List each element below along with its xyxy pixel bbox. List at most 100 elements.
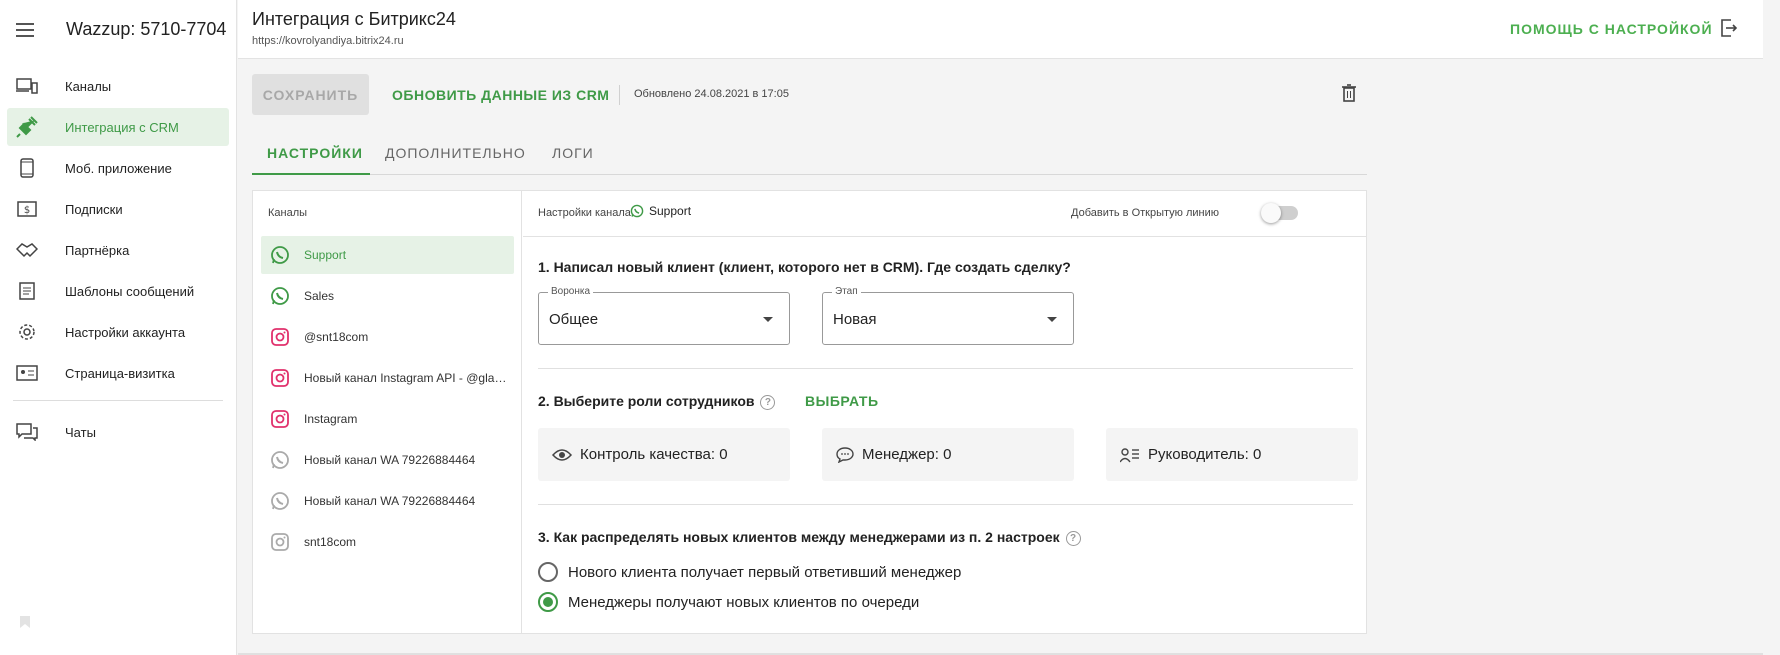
toolbar-divider — [619, 85, 620, 105]
funnel-value: Общее — [549, 311, 599, 328]
active-tab-indicator — [252, 173, 370, 175]
sidebar-item-channels[interactable]: Каналы — [7, 67, 229, 105]
sidebar-item-label: Партнёрка — [65, 242, 130, 258]
brand-title: Wazzup: 5710-7704 — [66, 19, 227, 39]
list-item[interactable]: Новый канал WA 79226884464 — [261, 441, 514, 479]
selected-channel: Support — [630, 204, 691, 218]
sidebar-item-chats[interactable]: Чаты — [7, 413, 229, 451]
sidebar-item-label: Настройки аккаунта — [65, 324, 186, 340]
sidebar-item-subscriptions[interactable]: $ Подписки — [7, 190, 229, 228]
sidebar-item-crm-integration[interactable]: Интеграция с CRM — [7, 108, 229, 146]
list-item[interactable]: snt18com — [261, 523, 514, 561]
channel-settings-header: Настройки канала Support Добавить в Откр… — [523, 191, 1366, 237]
sidebar-item-account-settings[interactable]: Настройки аккаунта — [7, 313, 229, 351]
dollar-icon: $ — [14, 196, 40, 222]
bookmark-icon[interactable] — [20, 615, 30, 633]
sidebar-item-label: Страница-визитка — [65, 365, 175, 381]
chevron-down-icon — [1047, 317, 1057, 322]
list-item[interactable]: Новый канал WA 79226884464 — [261, 482, 514, 520]
logout-icon[interactable] — [1720, 19, 1738, 42]
channels-header: Каналы — [268, 207, 308, 219]
channel-settings-panel: Настройки канала Support Добавить в Откр… — [523, 191, 1366, 633]
plug-icon — [14, 114, 40, 140]
radio-label: Менеджеры получают новых клиентов по оче… — [568, 593, 920, 611]
toggle-knob — [1261, 203, 1281, 223]
chats-icon — [14, 419, 40, 445]
stage-label: Этап — [832, 286, 861, 297]
role-supervisor: Руководитель: 0 — [1106, 428, 1358, 481]
sidebar-item-label: Интеграция с CRM — [65, 119, 179, 135]
scrollbar[interactable] — [1763, 0, 1780, 655]
page-title: Интеграция с Битрикс24 — [252, 9, 456, 29]
selected-channel-name: Support — [649, 204, 692, 218]
tab-logs[interactable]: ЛОГИ — [552, 145, 594, 161]
channel-settings-label: Настройки канала — [538, 207, 631, 219]
sidebar-item-label: Моб. приложение — [65, 160, 172, 176]
list-item[interactable]: @snt18com — [261, 318, 514, 356]
list-item[interactable]: Instagram — [261, 400, 514, 438]
instagram-icon — [269, 326, 291, 348]
phone-icon — [14, 155, 40, 181]
sidebar-item-label: Каналы — [65, 78, 112, 94]
channel-label: snt18com — [304, 535, 357, 549]
open-line-toggle[interactable] — [1261, 203, 1298, 223]
tab-additional[interactable]: ДОПОЛНИТЕЛЬНО — [385, 145, 526, 161]
instagram-icon — [269, 367, 291, 389]
funnel-select[interactable]: Воронка Общее — [538, 286, 790, 345]
user-list-icon — [1120, 447, 1139, 462]
list-item[interactable]: Support — [261, 236, 514, 274]
funnel-label: Воронка — [548, 286, 594, 297]
question-1: 1. Написал новый клиент (клиент, которог… — [538, 259, 1071, 275]
sidebar-item-partners[interactable]: Партнёрка — [7, 231, 229, 269]
sidebar-divider — [13, 400, 223, 401]
settings-card: Каналы Support Sales @snt18com Новый кан… — [252, 190, 1367, 634]
channel-label: Новый канал WA 79226884464 — [304, 494, 476, 508]
eye-icon — [552, 448, 572, 461]
menu-icon[interactable] — [16, 22, 34, 37]
help-icon[interactable]: ? — [760, 394, 776, 410]
gear-icon — [14, 319, 40, 345]
role-label: Контроль качества: 0 — [580, 446, 728, 463]
sidebar-item-label: Подписки — [65, 201, 123, 217]
channel-label: Support — [304, 248, 347, 262]
list-item[interactable]: Sales — [261, 277, 514, 315]
whatsapp-icon — [269, 449, 291, 471]
devices-icon — [14, 73, 40, 99]
question-2-text: 2. Выберите роли сотрудников — [538, 393, 755, 409]
radio-button[interactable] — [538, 592, 558, 612]
sidebar-item-mobile-app[interactable]: Моб. приложение — [7, 149, 229, 187]
trash-icon[interactable] — [1342, 84, 1356, 107]
sidebar-item-business-card[interactable]: Страница-визитка — [7, 354, 229, 392]
handshake-icon — [14, 237, 40, 263]
choose-roles-button[interactable]: ВЫБРАТЬ — [805, 393, 879, 409]
save-button[interactable]: СОХРАНИТЬ — [252, 74, 369, 115]
radio-round-robin[interactable]: Менеджеры получают новых клиентов по оче… — [538, 592, 919, 612]
whatsapp-icon — [630, 204, 644, 218]
whatsapp-icon — [269, 285, 291, 307]
updated-timestamp: Обновлено 24.08.2021 в 17:05 — [634, 88, 789, 100]
radio-button[interactable] — [538, 562, 558, 582]
help-icon[interactable]: ? — [1065, 530, 1081, 546]
role-quality-control: Контроль качества: 0 — [538, 428, 790, 481]
channel-label: @snt18com — [304, 330, 369, 344]
tab-settings[interactable]: НАСТРОЙКИ — [267, 145, 363, 161]
chat-bubble-icon — [836, 446, 854, 463]
tabs: НАСТРОЙКИ ДОПОЛНИТЕЛЬНО ЛОГИ — [252, 134, 1367, 175]
setup-help-button[interactable]: ПОМОЩЬ С НАСТРОЙКОЙ — [1510, 21, 1713, 37]
radio-first-responder[interactable]: Нового клиента получает первый ответивши… — [538, 562, 961, 582]
svg-text:$: $ — [24, 205, 30, 216]
question-2: 2. Выберите роли сотрудников? — [538, 393, 776, 410]
role-label: Менеджер: 0 — [862, 446, 952, 463]
question-3-text: 3. Как распределять новых клиентов между… — [538, 529, 1060, 545]
refresh-crm-button[interactable]: ОБНОВИТЬ ДАННЫЕ ИЗ CRM — [392, 87, 609, 103]
stage-select[interactable]: Этап Новая — [822, 286, 1074, 345]
question-3: 3. Как распределять новых клиентов между… — [538, 529, 1081, 546]
channel-label: Sales — [304, 289, 335, 303]
card-icon — [14, 360, 40, 386]
instagram-icon — [269, 408, 291, 430]
sidebar-item-templates[interactable]: Шаблоны сообщений — [7, 272, 229, 310]
role-label: Руководитель: 0 — [1148, 446, 1262, 463]
action-toolbar: СОХРАНИТЬ ОБНОВИТЬ ДАННЫЕ ИЗ CRM Обновле… — [252, 74, 1367, 116]
sidebar-item-label: Чаты — [65, 424, 96, 440]
list-item[interactable]: Новый канал Instagram API - @glaz_dushi_… — [261, 359, 514, 397]
